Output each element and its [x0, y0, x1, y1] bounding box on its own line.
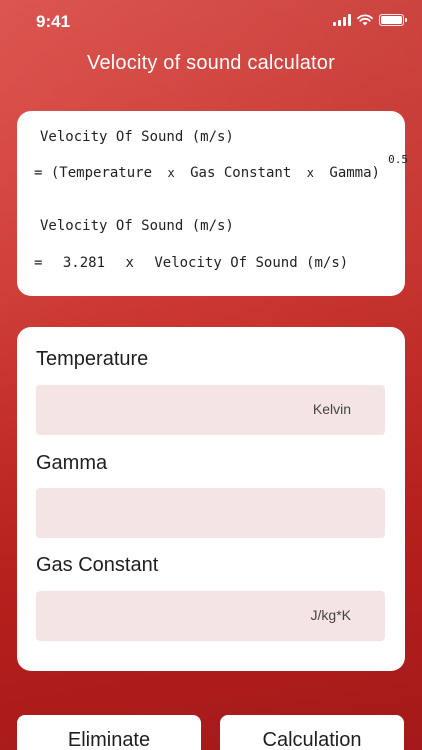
calculation-button[interactable]: Calculation	[220, 715, 404, 750]
cellular-signal-icon	[333, 14, 351, 26]
formula-multiply: x	[306, 166, 314, 180]
page-title: Velocity of sound calculator	[87, 52, 335, 74]
status-icons	[333, 14, 407, 26]
formula-card: Velocity Of Sound (m/s) = (Temperature x…	[17, 111, 408, 296]
temperature-unit: Kelvin	[312, 401, 351, 417]
formula-line-3: Velocity Of Sound (m/s)	[40, 218, 234, 234]
status-time: 9:41	[36, 12, 71, 31]
gamma-label: Gamma	[36, 452, 108, 474]
formula-open: = (Temperature	[34, 165, 153, 181]
gas-constant-unit: J/kg*K	[310, 607, 351, 623]
wifi-icon	[357, 14, 373, 26]
battery-icon	[379, 14, 407, 26]
formula-result: Velocity Of Sound (m/s)	[154, 255, 349, 271]
formula-equals: =	[34, 255, 43, 271]
formula-line-2: = (Temperature x Gas Constant x Gamma) 0…	[34, 153, 408, 181]
formula-gas-constant: Gas Constant	[190, 165, 292, 181]
input-card: Temperature Kelvin Gamma Gas Constant J/…	[17, 327, 405, 671]
formula-multiply: x	[167, 166, 175, 180]
formula-line-1: Velocity Of Sound (m/s)	[40, 129, 234, 145]
gas-constant-input[interactable]: J/kg*K	[36, 591, 385, 641]
formula-exponent: 0.5	[388, 153, 408, 166]
gas-constant-label: Gas Constant	[36, 554, 159, 576]
temperature-input[interactable]: Kelvin	[36, 385, 385, 435]
status-bar: 9:41	[0, 0, 422, 44]
formula-multiply: x	[125, 255, 134, 271]
formula-coefficient: 3.281	[62, 255, 106, 271]
eliminate-button[interactable]: Eliminate	[17, 715, 201, 750]
temperature-label: Temperature	[36, 348, 149, 370]
formula-line-4: = 3.281 x Velocity Of Sound (m/s)	[34, 255, 348, 271]
gamma-input[interactable]	[36, 488, 385, 538]
formula-close: Gamma)	[329, 165, 380, 181]
